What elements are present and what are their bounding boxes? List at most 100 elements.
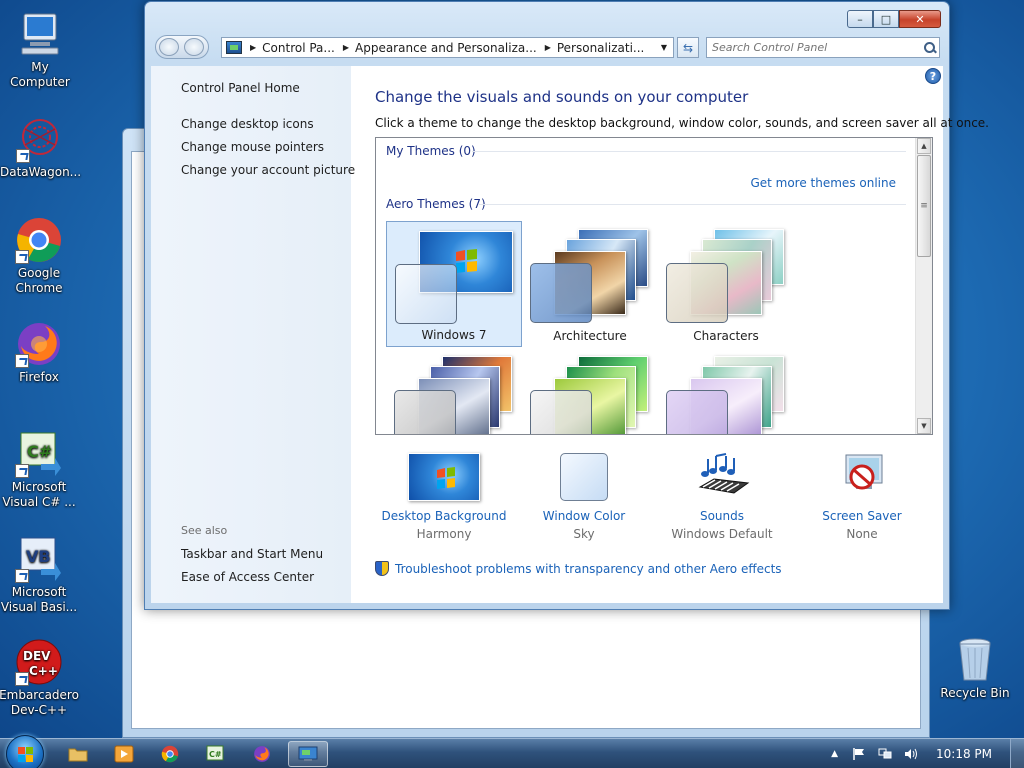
theme-label: Architecture [553,329,627,343]
sounds-setting[interactable]: Sounds Windows Default [647,453,797,541]
personalization-window[interactable]: – □ ✕ ▶ Control Pa... ▶ Appearance and P… [144,1,989,610]
taskbar-clock[interactable]: 10:18 PM [936,747,992,761]
desktop-icon-label: Microsoft Visual C# ... [2,480,76,509]
breadcrumb-personalization[interactable]: Personalizati... [557,41,644,55]
back-button[interactable] [159,38,179,56]
scroll-down-arrow[interactable]: ▼ [917,418,931,434]
desktop-icon-label: Firefox [19,370,59,384]
main-content: ? Change the visuals and sounds on your … [351,66,989,603]
screen-saver-icon[interactable] [826,453,898,501]
taskbar-firefox[interactable] [242,741,282,767]
troubleshoot-link[interactable]: Troubleshoot problems with transparency … [395,562,782,576]
scroll-up-arrow[interactable]: ▲ [917,138,931,154]
taskbar-explorer[interactable] [58,741,98,767]
change-account-picture-link[interactable]: Change your account picture [181,163,355,177]
breadcrumb-arrow-icon[interactable]: ▶ [343,43,349,52]
desktop-icon-visual-basic[interactable]: VB Microsoft Visual Basi... [0,535,79,615]
uac-shield-icon [375,561,389,576]
theme-scenes[interactable] [658,348,794,434]
breadcrumb-appearance[interactable]: Appearance and Personaliza... [355,41,537,55]
desktop-icon-datawagon[interactable]: DataWagon... [0,115,81,180]
troubleshoot-link-row[interactable]: Troubleshoot problems with transparency … [375,561,782,576]
breadcrumb-arrow-icon[interactable]: ▶ [250,43,256,52]
theme-characters[interactable]: Characters [658,221,794,347]
taskbar-control-panel[interactable] [288,741,328,767]
search-input[interactable] [707,41,921,54]
network-icon[interactable] [878,748,892,760]
chrome-icon [161,745,179,763]
desktop-background-link[interactable]: Desktop Background [369,509,519,523]
window-color-setting[interactable]: Window Color Sky [509,453,659,541]
control-panel-icon [298,746,318,761]
window-color-swatch [666,263,728,323]
desktop-icon-label: Google Chrome [15,266,63,295]
chevron-down-icon[interactable]: ▼ [661,43,667,52]
desktop-icon-label: My Computer [10,60,70,89]
window-color-link[interactable]: Window Color [509,509,659,523]
sounds-value: Windows Default [671,527,773,541]
sounds-icon[interactable] [686,453,758,501]
change-mouse-pointers-link[interactable]: Change mouse pointers [181,140,324,154]
search-box[interactable] [706,37,940,58]
minimize-button[interactable]: – [847,10,873,28]
desktop-icon-label: Recycle Bin [940,686,1010,700]
search-icon[interactable] [921,39,939,57]
theme-architecture[interactable]: Architecture [522,221,658,347]
windows-logo-icon [18,747,34,763]
window-color-icon[interactable] [560,453,608,501]
theme-preview [662,354,788,434]
theme-list[interactable]: My Themes (0) Get more themes online Aer… [375,137,933,435]
window-color-swatch [530,390,592,434]
control-panel-home-link[interactable]: Control Panel Home [181,81,300,95]
taskbar-visual-csharp[interactable]: C# [196,741,236,767]
breadcrumb-control-panel[interactable]: Control Pa... [262,41,335,55]
caption-buttons: – □ ✕ [847,10,941,28]
action-center-flag-icon[interactable] [852,748,866,760]
desktop-icon-label: Microsoft Visual Basi... [0,585,78,614]
dev-cpp-icon: DEV C++ [15,638,63,686]
sounds-link[interactable]: Sounds [647,509,797,523]
visual-csharp-icon: C# [206,745,224,761]
desktop-icon-my-computer[interactable]: My Computer [0,10,80,90]
theme-windows-7[interactable]: Windows 7 [386,221,522,347]
svg-text:C++: C++ [29,664,58,678]
ease-of-access-link[interactable]: Ease of Access Center [181,570,314,584]
screen-saver-setting[interactable]: Screen Saver None [787,453,937,541]
screen-saver-link[interactable]: Screen Saver [787,509,937,523]
scroll-thumb[interactable]: ≡ [917,155,931,257]
show-desktop-button[interactable] [1010,739,1024,768]
desktop-icon-dev-cpp[interactable]: DEV C++ Embarcadero Dev-C++ [0,638,79,718]
desktop-icon-recycle-bin[interactable]: Recycle Bin [935,636,1015,701]
theme-label: Characters [693,329,759,343]
visual-basic-icon: VB [15,535,63,583]
desktop-icon-firefox[interactable]: Firefox [0,320,79,385]
window-color-value: Sky [573,527,595,541]
theme-preview [526,354,652,434]
theme-list-scrollbar[interactable]: ▲ ≡ ▼ [915,138,932,434]
theme-nature[interactable] [522,348,658,434]
change-desktop-icons-link[interactable]: Change desktop icons [181,117,314,131]
start-button[interactable] [6,735,44,768]
taskbar: C# ▲ 10:18 PM [0,735,1024,768]
address-bar[interactable]: ▶ Control Pa... ▶ Appearance and Persona… [221,37,674,58]
forward-button[interactable] [184,38,204,56]
window-color-swatch [666,390,728,434]
maximize-button[interactable]: □ [873,10,899,28]
desktop-icon-visual-csharp[interactable]: C# Microsoft Visual C# ... [0,430,79,510]
close-button[interactable]: ✕ [899,10,941,28]
show-hidden-icons-arrow[interactable]: ▲ [831,749,838,759]
theme-landscapes[interactable] [386,348,522,434]
desktop-background-icon[interactable] [408,453,480,501]
volume-icon[interactable] [904,748,918,760]
get-more-themes-link[interactable]: Get more themes online [750,176,896,190]
breadcrumb-arrow-icon[interactable]: ▶ [545,43,551,52]
desktop-icon-google-chrome[interactable]: Google Chrome [0,216,79,296]
refresh-button[interactable]: ⇆ [677,37,699,58]
window-color-swatch [395,264,457,324]
theme-preview [391,228,517,324]
desktop-background-setting[interactable]: Desktop Background Harmony [369,453,519,541]
taskbar-start-menu-link[interactable]: Taskbar and Start Menu [181,547,323,561]
taskbar-chrome[interactable] [150,741,190,767]
help-button[interactable]: ? [925,68,941,84]
taskbar-media-player[interactable] [104,741,144,767]
